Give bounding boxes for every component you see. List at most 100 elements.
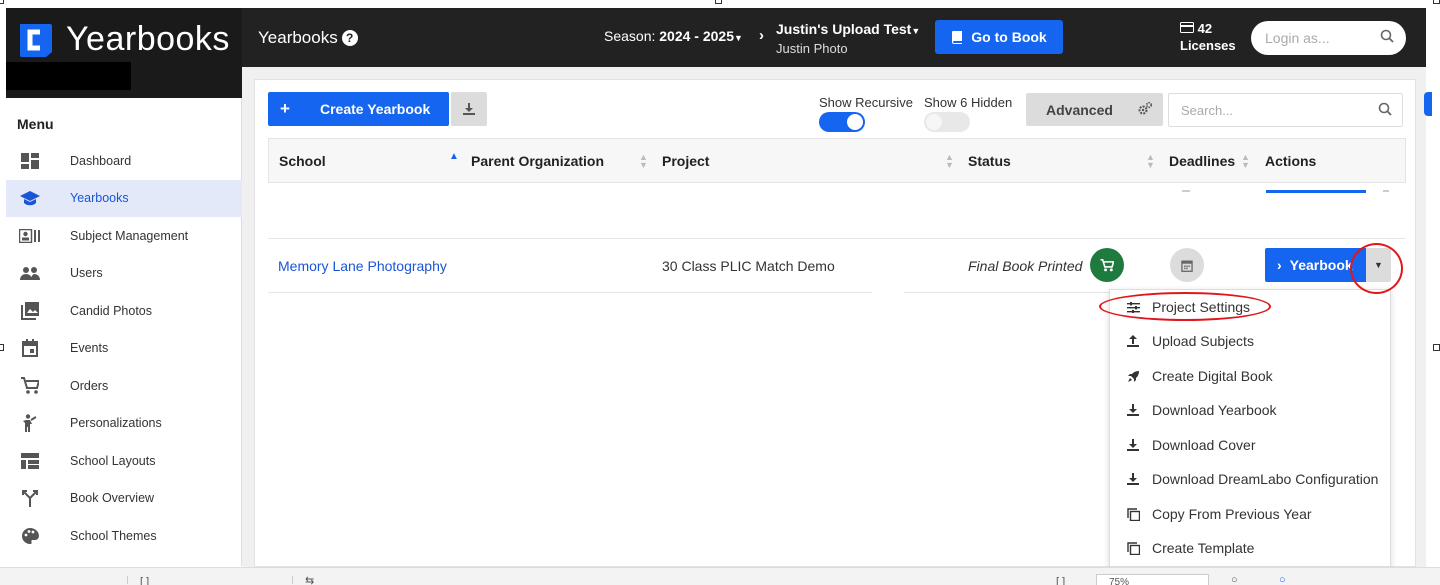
- search-placeholder: Search...: [1181, 103, 1234, 118]
- go-to-book-button[interactable]: Go to Book: [935, 20, 1063, 54]
- table-search-input[interactable]: Search...: [1168, 93, 1403, 127]
- zoom-out-icon[interactable]: ○: [1231, 574, 1238, 585]
- partial-row-divider: [1182, 190, 1190, 192]
- side-tab-edge[interactable]: [1424, 92, 1432, 116]
- sort-icon[interactable]: ▲ ▼: [945, 153, 954, 170]
- column-header-project[interactable]: Project: [662, 153, 709, 169]
- sliders-icon: [1126, 300, 1140, 314]
- chevron-right-icon: ›: [1277, 257, 1282, 273]
- chevron-right-icon: ›: [759, 27, 764, 44]
- sidebar-item-label: Candid Photos: [70, 303, 153, 318]
- actions-dropdown-menu: Project Settings Upload Subjects Create …: [1109, 289, 1391, 567]
- calendar-icon: [18, 339, 42, 358]
- resize-handle[interactable]: [0, 344, 4, 351]
- sidebar-item-school-layouts[interactable]: School Layouts: [6, 442, 242, 480]
- show-recursive-label: Show Recursive: [819, 95, 913, 110]
- upload-icon: [1126, 334, 1140, 348]
- advanced-label: Advanced: [1046, 101, 1113, 118]
- plus-icon: +: [280, 99, 290, 118]
- column-header-status[interactable]: Status: [968, 153, 1011, 169]
- menu-item-upload-subjects[interactable]: Upload Subjects: [1126, 331, 1254, 351]
- copy-icon: [1126, 541, 1140, 555]
- column-header-deadlines[interactable]: Deadlines: [1169, 153, 1235, 169]
- row-divider: [268, 238, 1406, 239]
- column-header-parent-organization[interactable]: Parent Organization: [471, 153, 604, 169]
- sidebar-item-label: Personalizations: [70, 416, 162, 431]
- menu-item-label: Download Cover: [1152, 437, 1256, 453]
- sidebar-item-personalizations[interactable]: Personalizations: [6, 405, 242, 443]
- menu-item-label: Upload Subjects: [1152, 333, 1254, 349]
- show-recursive-toggle[interactable]: [819, 112, 865, 132]
- question-icon[interactable]: ?: [341, 30, 358, 46]
- actions-dropdown-toggle[interactable]: ▼: [1366, 248, 1391, 282]
- subject-card-icon: [18, 227, 42, 245]
- menu-item-label: Create Digital Book: [1152, 368, 1273, 384]
- zoom-in-icon[interactable]: ○: [1279, 574, 1286, 585]
- cart-icon: [18, 376, 42, 395]
- resize-handle[interactable]: [715, 0, 722, 4]
- sidebar-item-label: School Themes: [70, 528, 157, 543]
- menu-item-project-settings[interactable]: Project Settings: [1126, 297, 1250, 317]
- table-header: School ▲ Parent Organization ▲ ▼ Project …: [268, 138, 1406, 183]
- zoom-field[interactable]: 75%: [1096, 574, 1209, 585]
- gears-icon: [1138, 101, 1153, 115]
- show-hidden-toggle[interactable]: [924, 112, 970, 132]
- order-cart-button[interactable]: [1090, 248, 1124, 282]
- deadlines-calendar-button[interactable]: [1170, 248, 1204, 282]
- sort-icon[interactable]: ▲ ▼: [1146, 153, 1155, 170]
- sidebar-item-orders[interactable]: Orders: [6, 367, 242, 405]
- zoom-value: 75%: [1109, 577, 1130, 585]
- row-divider: [268, 292, 872, 293]
- resize-handle[interactable]: [0, 0, 4, 4]
- licenses-counter[interactable]: 42 Licenses: [1180, 20, 1236, 54]
- sidebar-item-candid-photos[interactable]: Candid Photos: [6, 292, 242, 330]
- sidebar-item-users[interactable]: Users: [6, 255, 242, 293]
- sidebar-item-school-themes[interactable]: School Themes: [6, 517, 242, 555]
- search-icon: [1380, 29, 1394, 43]
- login-as-placeholder: Login as...: [1265, 30, 1330, 46]
- create-yearbook-button[interactable]: + Create Yearbook: [268, 92, 449, 126]
- sidebar-item-book-overview[interactable]: Book Overview: [6, 480, 242, 518]
- advanced-button[interactable]: Advanced: [1026, 93, 1163, 126]
- licenses-label: Licenses: [1180, 38, 1236, 53]
- sort-icon[interactable]: ▲ ▼: [1241, 153, 1250, 170]
- login-as-input[interactable]: Login as...: [1251, 21, 1406, 55]
- menu-item-download-cover[interactable]: Download Cover: [1126, 435, 1256, 455]
- column-header-actions: Actions: [1265, 153, 1317, 169]
- sidebar-item-dashboard[interactable]: Dashboard: [6, 142, 242, 180]
- sidebar-item-label: Users: [70, 266, 103, 281]
- download-icon: [1126, 438, 1140, 452]
- menu-item-create-template[interactable]: Create Template: [1126, 538, 1254, 558]
- sort-icon[interactable]: ▲ ▼: [639, 153, 648, 170]
- toggle-knob: [847, 114, 863, 130]
- resize-handle[interactable]: [1433, 0, 1440, 4]
- status-cell: Final Book Printed: [968, 258, 1083, 274]
- season-selector[interactable]: Season: 2024 - 2025▼: [604, 28, 743, 44]
- caret-down-icon: ▼: [734, 33, 743, 43]
- sidebar-item-yearbooks[interactable]: Yearbooks: [6, 179, 242, 217]
- menu-item-download-yearbook[interactable]: Download Yearbook: [1126, 400, 1277, 420]
- yearbooks-logo-icon: [20, 24, 52, 57]
- open-yearbook-button[interactable]: › Yearbook: [1265, 248, 1366, 282]
- column-header-school[interactable]: School: [279, 153, 326, 169]
- menu-item-copy-from-previous-year[interactable]: Copy From Previous Year: [1126, 504, 1312, 524]
- sidebar-item-events[interactable]: Events: [6, 330, 242, 368]
- toggle-knob: [926, 114, 942, 130]
- sort-ascending-icon[interactable]: ▲: [449, 152, 459, 162]
- menu-item-create-digital-book[interactable]: Create Digital Book: [1126, 366, 1273, 386]
- frame-icon[interactable]: [ ]: [140, 576, 149, 585]
- account-selector[interactable]: Justin's Upload Test▼ Justin Photo: [776, 21, 920, 57]
- project-cell: 30 Class PLIC Match Demo: [662, 258, 835, 274]
- menu-item-label: Project Settings: [1152, 299, 1251, 315]
- account-subtitle: Justin Photo: [776, 41, 848, 56]
- partial-row-button: [1266, 190, 1366, 193]
- split-arrows-icon: [18, 489, 42, 508]
- school-link[interactable]: Memory Lane Photography: [278, 258, 447, 274]
- export-download-button[interactable]: [451, 92, 487, 126]
- resize-handle[interactable]: [1433, 344, 1440, 351]
- copy-icon: [1126, 507, 1140, 521]
- menu-item-download-dreamlabo-configuration[interactable]: Download DreamLabo Configuration: [1126, 469, 1378, 489]
- swap-icon[interactable]: ⇆: [305, 574, 314, 585]
- sidebar-item-subject-management[interactable]: Subject Management: [6, 217, 242, 255]
- fit-icon[interactable]: [ ]: [1056, 576, 1065, 585]
